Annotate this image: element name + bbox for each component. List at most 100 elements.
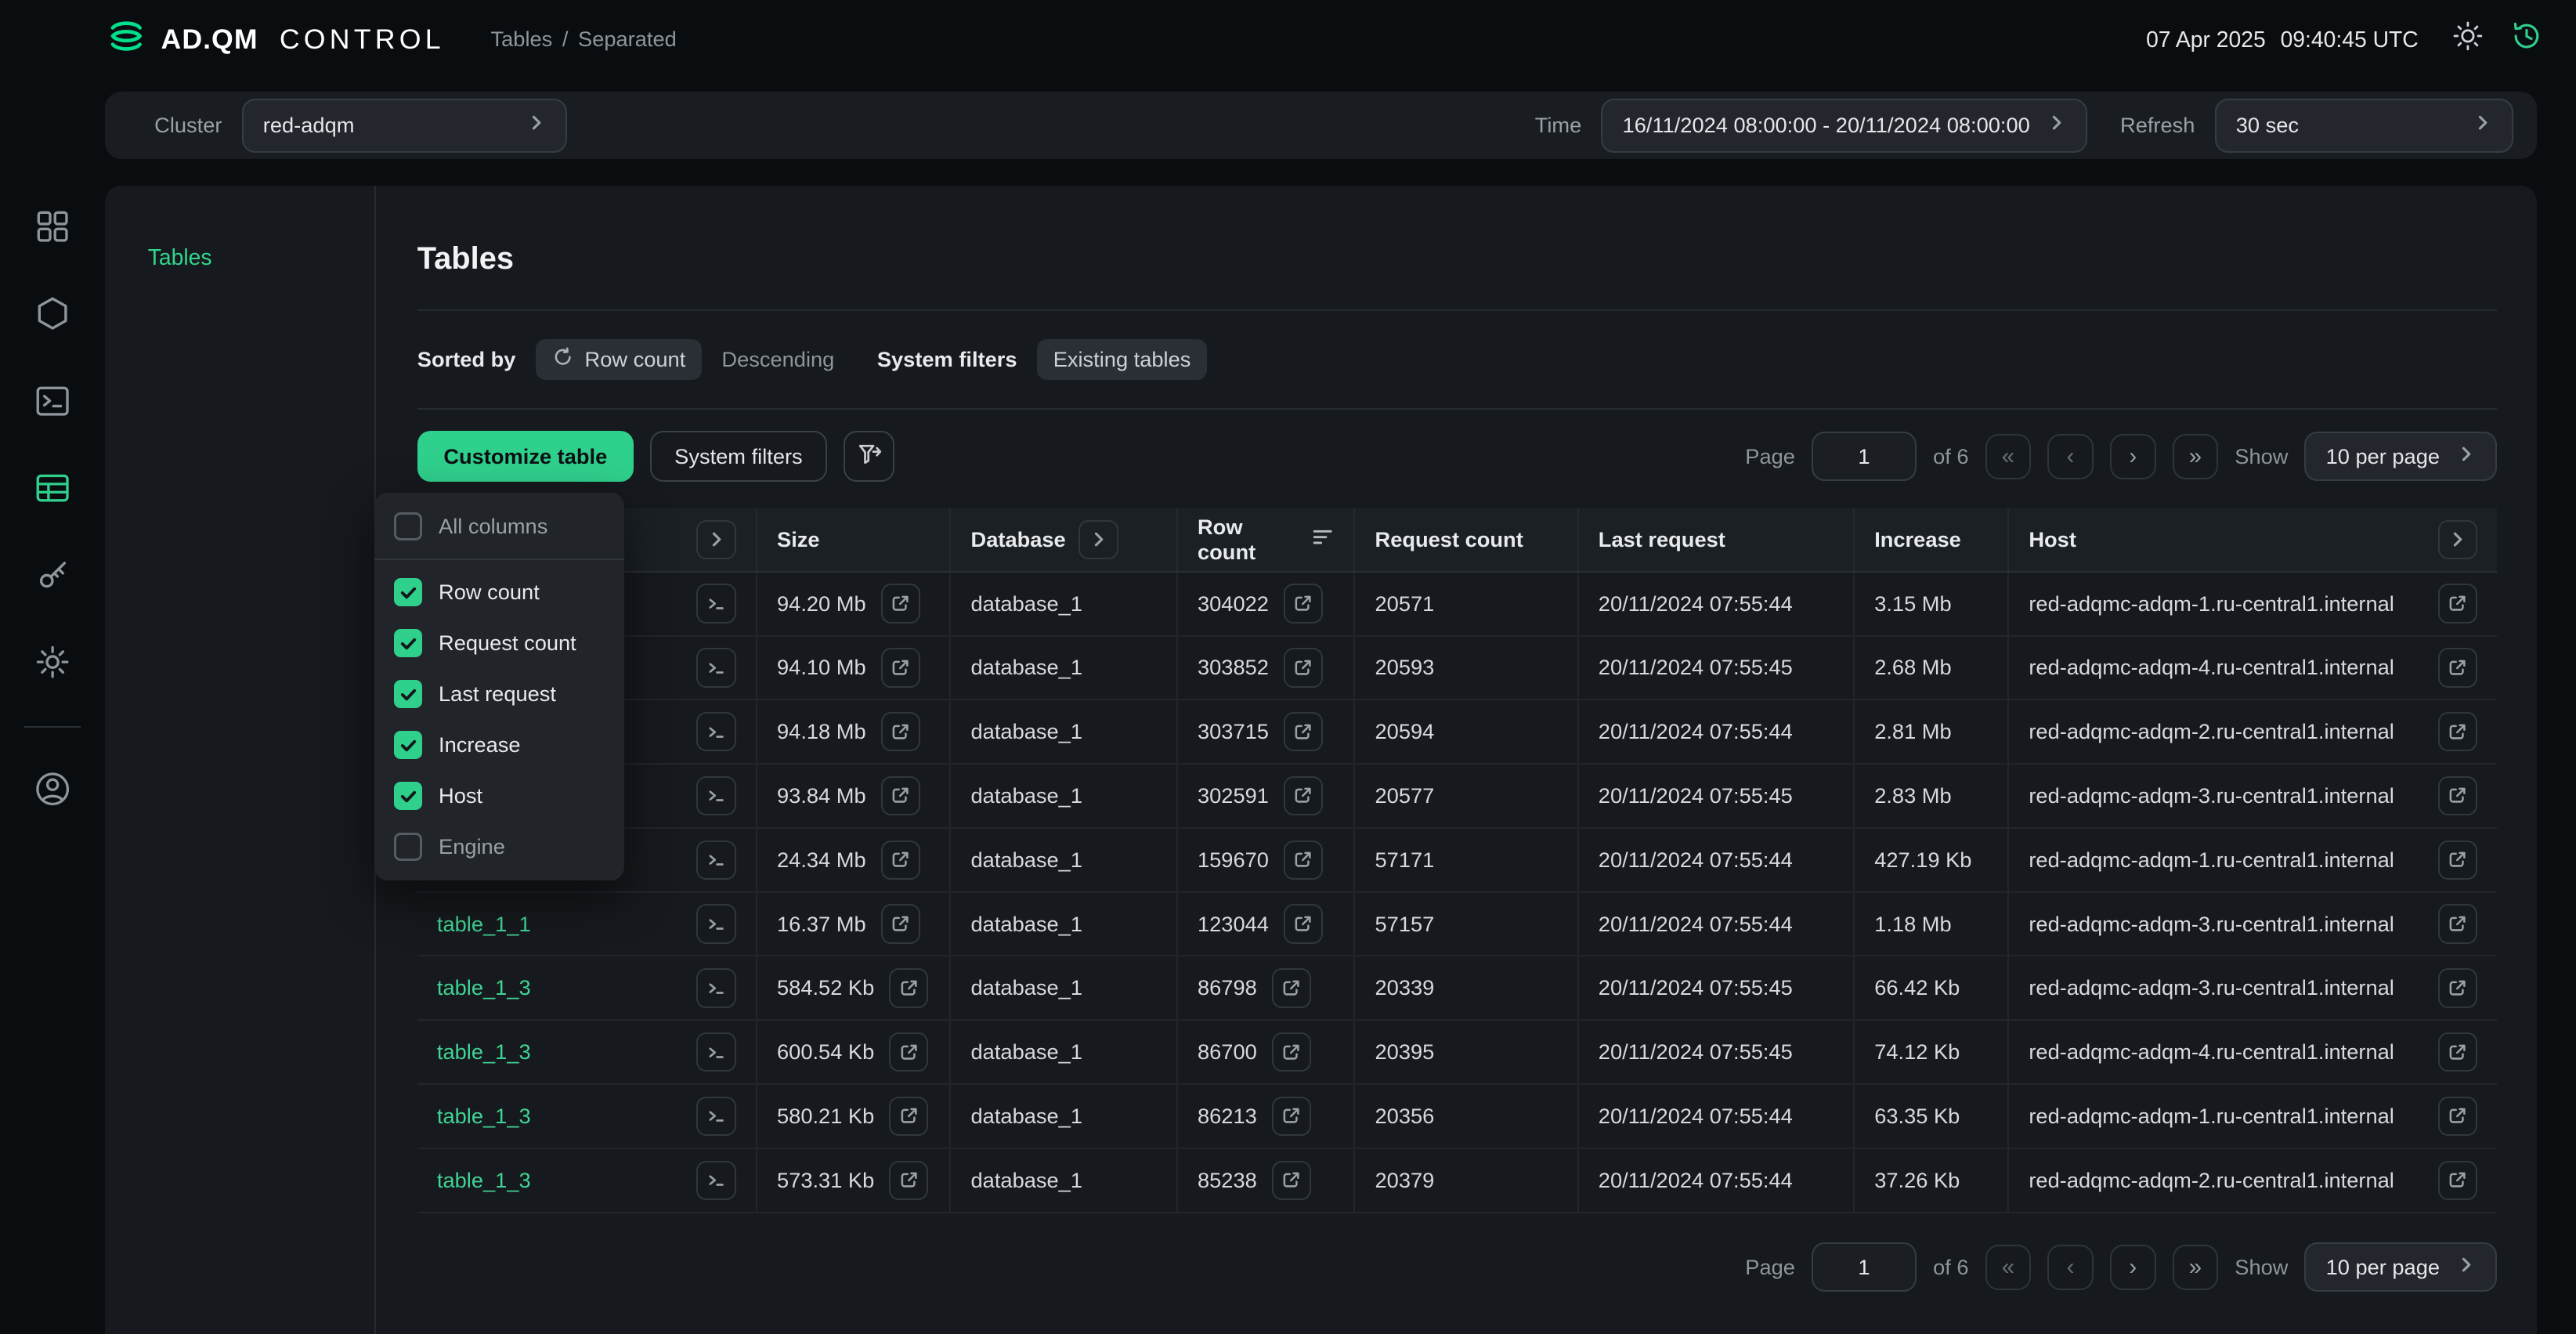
row-count-external-link-button[interactable] xyxy=(1284,776,1323,815)
page-number-input[interactable] xyxy=(1812,1242,1917,1292)
size-external-link-button[interactable] xyxy=(889,1032,928,1072)
open-terminal-button[interactable] xyxy=(696,841,735,880)
expand-host-column-button[interactable] xyxy=(2438,520,2477,559)
open-terminal-button[interactable] xyxy=(696,776,735,815)
header-last-request[interactable]: Last request xyxy=(1577,508,1853,571)
request-count-value: 20577 xyxy=(1375,783,1435,808)
next-page-button[interactable]: › xyxy=(2110,1245,2156,1291)
header-request-count[interactable]: Request count xyxy=(1353,508,1577,571)
host-external-link-button[interactable] xyxy=(2438,776,2477,815)
row-count-external-link-button[interactable] xyxy=(1284,904,1323,943)
time-range-select[interactable]: 16/11/2024 08:00:00 - 20/11/2024 08:00:0… xyxy=(1601,99,2087,153)
row-count-external-link-button[interactable] xyxy=(1284,584,1323,623)
last-request-value: 20/11/2024 07:55:45 xyxy=(1599,783,1793,808)
nav-query-icon[interactable] xyxy=(33,381,72,421)
column-menu-item[interactable]: Row count xyxy=(374,567,624,618)
size-external-link-button[interactable] xyxy=(889,1097,928,1136)
filters-link-button[interactable] xyxy=(844,431,894,482)
header-increase[interactable]: Increase xyxy=(1853,508,2007,571)
nav-tables-icon-active[interactable] xyxy=(33,468,72,508)
host-external-link-button[interactable] xyxy=(2438,1161,2477,1200)
increase-value: 66.42 Kb xyxy=(1874,975,1960,1000)
size-external-link-button[interactable] xyxy=(881,841,920,880)
column-menu-item[interactable]: Engine xyxy=(374,822,624,873)
open-terminal-button[interactable] xyxy=(696,904,735,943)
column-menu-item[interactable]: Request count xyxy=(374,618,624,669)
row-count-external-link-button[interactable] xyxy=(1284,648,1323,687)
host-external-link-button[interactable] xyxy=(2438,648,2477,687)
row-count-external-link-button[interactable] xyxy=(1272,968,1311,1007)
open-terminal-button[interactable] xyxy=(696,712,735,751)
row-count-external-link-button[interactable] xyxy=(1272,1161,1311,1200)
header-row-count[interactable]: Row count xyxy=(1176,508,1354,571)
table-name-link[interactable]: table_1_3 xyxy=(437,975,531,1000)
host-external-link-button[interactable] xyxy=(2438,904,2477,943)
expand-name-column-button[interactable] xyxy=(696,520,735,559)
host-external-link-button[interactable] xyxy=(2438,584,2477,623)
row-count-external-link-button[interactable] xyxy=(1272,1097,1311,1136)
nav-cluster-icon[interactable] xyxy=(33,294,72,333)
next-page-button[interactable]: › xyxy=(2110,434,2156,480)
nav-profile-icon[interactable] xyxy=(33,769,72,808)
size-external-link-button[interactable] xyxy=(889,1161,928,1200)
open-terminal-button[interactable] xyxy=(696,968,735,1007)
column-menu-item[interactable]: Increase xyxy=(374,720,624,771)
host-external-link-button[interactable] xyxy=(2438,841,2477,880)
brand-logo[interactable]: AD.QM CONTROL xyxy=(105,18,445,61)
first-page-button[interactable]: « xyxy=(1985,1245,2032,1291)
open-terminal-button[interactable] xyxy=(696,648,735,687)
last-page-button[interactable]: » xyxy=(2173,1245,2219,1291)
size-external-link-button[interactable] xyxy=(889,968,928,1007)
size-external-link-button[interactable] xyxy=(881,584,920,623)
host-external-link-button[interactable] xyxy=(2438,968,2477,1007)
last-page-button[interactable]: » xyxy=(2173,434,2219,480)
time-history-button[interactable] xyxy=(2507,20,2546,59)
size-external-link-button[interactable] xyxy=(881,648,920,687)
table-name-link[interactable]: table_1_3 xyxy=(437,1168,531,1193)
host-external-link-button[interactable] xyxy=(2438,712,2477,751)
nav-settings-gear-icon[interactable] xyxy=(33,642,72,681)
size-external-link-button[interactable] xyxy=(881,904,920,943)
table-name-link[interactable]: table_1_1 xyxy=(437,912,531,937)
size-external-link-button[interactable] xyxy=(881,712,920,751)
header-size[interactable]: Size xyxy=(756,508,950,571)
section-nav-item-tables[interactable]: Tables xyxy=(148,244,375,270)
column-menu-item[interactable]: Host xyxy=(374,771,624,822)
open-terminal-button[interactable] xyxy=(696,1097,735,1136)
header-database[interactable]: Database xyxy=(949,508,1176,571)
size-external-link-button[interactable] xyxy=(881,776,920,815)
row-count-external-link-button[interactable] xyxy=(1272,1032,1311,1072)
system-filters-button[interactable]: System filters xyxy=(650,431,827,482)
customize-table-button[interactable]: Customize table xyxy=(417,431,634,482)
open-terminal-button[interactable] xyxy=(696,584,735,623)
row-count-external-link-button[interactable] xyxy=(1284,712,1323,751)
prev-page-button[interactable]: ‹ xyxy=(2047,434,2094,480)
host-external-link-button[interactable] xyxy=(2438,1032,2477,1072)
breadcrumb-item-tables[interactable]: Tables xyxy=(491,27,553,52)
host-external-link-button[interactable] xyxy=(2438,1097,2477,1136)
cell-size: 94.18 Mb xyxy=(756,700,950,763)
cluster-select[interactable]: red-adqm xyxy=(242,99,567,153)
nav-dashboard-icon[interactable] xyxy=(33,207,72,246)
row-count-external-link-button[interactable] xyxy=(1284,841,1323,880)
column-menu-item[interactable]: Last request xyxy=(374,669,624,720)
checkbox-icon xyxy=(394,578,422,606)
first-page-button[interactable]: « xyxy=(1985,434,2032,480)
system-filter-badge[interactable]: Existing tables xyxy=(1037,339,1208,380)
prev-page-button[interactable]: ‹ xyxy=(2047,1245,2094,1291)
table-name-link[interactable]: table_1_3 xyxy=(437,1104,531,1129)
open-terminal-button[interactable] xyxy=(696,1032,735,1072)
menu-item-all-columns[interactable]: All columns xyxy=(374,501,624,552)
breadcrumb-item-separated[interactable]: Separated xyxy=(578,27,677,52)
per-page-select[interactable]: 10 per page xyxy=(2304,432,2497,481)
nav-access-key-icon[interactable] xyxy=(33,555,72,595)
refresh-interval-select[interactable]: 30 sec xyxy=(2215,99,2514,153)
theme-toggle-button[interactable] xyxy=(2448,20,2487,59)
open-terminal-button[interactable] xyxy=(696,1161,735,1200)
header-host[interactable]: Host xyxy=(2007,508,2497,571)
sort-field-badge[interactable]: Row count xyxy=(536,339,703,380)
expand-database-column-button[interactable] xyxy=(1078,520,1118,559)
page-number-input[interactable] xyxy=(1812,432,1917,481)
per-page-select[interactable]: 10 per page xyxy=(2304,1242,2497,1292)
table-name-link[interactable]: table_1_3 xyxy=(437,1039,531,1065)
